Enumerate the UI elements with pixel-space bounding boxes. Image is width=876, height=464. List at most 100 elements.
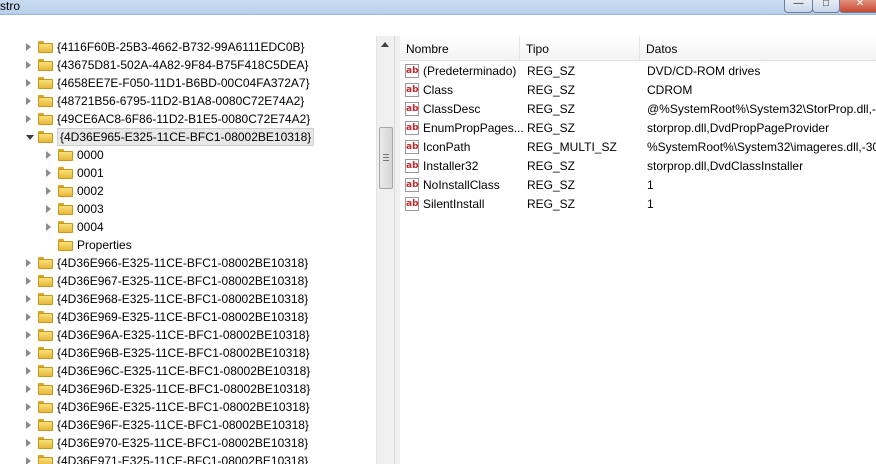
value-data: storprop.dll,DvdClassInstaller — [647, 159, 804, 173]
expand-arrow-icon[interactable] — [26, 259, 31, 267]
tree-item[interactable]: {4D36E965-E325-11CE-BFC1-08002BE10318} — [0, 128, 376, 146]
tree-item[interactable]: 0001 — [0, 164, 376, 182]
value-type: REG_SZ — [527, 178, 576, 192]
column-header-data[interactable]: Datos — [640, 36, 876, 60]
expand-arrow-icon[interactable] — [26, 61, 31, 69]
tree-item[interactable]: Properties — [0, 236, 376, 254]
folder-icon — [38, 365, 53, 377]
expand-arrow-icon[interactable] — [46, 169, 51, 177]
list-item[interactable]: ab Class REG_SZ CDROM — [400, 81, 876, 100]
grip-icon — [383, 157, 389, 158]
value-type: REG_SZ — [527, 159, 576, 173]
window-title: stro — [0, 0, 21, 13]
list-item[interactable]: ab IconPath REG_MULTI_SZ %SystemRoot%\Syste… — [400, 138, 876, 157]
tree-item[interactable]: {4D36E966-E325-11CE-BFC1-08002BE10318} — [0, 254, 376, 272]
tree-item[interactable]: {4D36E967-E325-11CE-BFC1-08002BE10318} — [0, 272, 376, 290]
close-button[interactable]: ✕ — [839, 0, 876, 13]
expand-arrow-icon[interactable] — [26, 439, 31, 447]
expand-arrow-icon[interactable] — [26, 403, 31, 411]
tree-item[interactable]: {4D36E96C-E325-11CE-BFC1-08002BE10318} — [0, 362, 376, 380]
expand-arrow-icon[interactable] — [26, 367, 31, 375]
tree-item[interactable]: {4658EE7E-F050-11D1-B6BD-00C04FA372A7} — [0, 74, 376, 92]
tree-item[interactable]: {43675D81-502A-4A82-9F84-B75F418C5DEA} — [0, 56, 376, 74]
tree-item-label: {4D36E965-E325-11CE-BFC1-08002BE10318} — [57, 128, 315, 146]
tree-item-label: {4D36E96D-E325-11CE-BFC1-08002BE10318} — [57, 382, 311, 396]
tree-item[interactable]: 0004 — [0, 218, 376, 236]
list-item[interactable]: ab NoInstallClass REG_SZ 1 — [400, 176, 876, 195]
list-item[interactable]: ab EnumPropPages... REG_SZ storprop.dll,Dvd… — [400, 119, 876, 138]
string-value-icon: ab — [405, 102, 419, 116]
registry-values-list[interactable]: Nombre Tipo Datos ab (Predeterminado) REG_… — [400, 36, 876, 464]
value-name: NoInstallClass — [423, 178, 500, 192]
folder-icon — [58, 185, 73, 197]
tree-item[interactable]: {4D36E96F-E325-11CE-BFC1-08002BE10318} — [0, 416, 376, 434]
value-data: 1 — [647, 178, 654, 192]
expand-arrow-icon[interactable] — [26, 457, 31, 464]
folder-icon — [38, 347, 53, 359]
list-item[interactable]: ab SilentInstall REG_SZ 1 — [400, 195, 876, 214]
tree-item[interactable]: {4D36E970-E325-11CE-BFC1-08002BE10318} — [0, 434, 376, 452]
folder-icon — [38, 401, 53, 413]
string-value-icon: ab — [405, 83, 419, 97]
tree-item[interactable]: {4D36E96A-E325-11CE-BFC1-08002BE10318} — [0, 326, 376, 344]
expand-arrow-icon[interactable] — [26, 79, 31, 87]
tree-item-label: {4D36E966-E325-11CE-BFC1-08002BE10318} — [57, 256, 309, 270]
minimize-button[interactable]: — — [784, 0, 813, 13]
list-item[interactable]: ab Installer32 REG_SZ storprop.dll,DvdClass… — [400, 157, 876, 176]
expand-arrow-icon[interactable] — [26, 421, 31, 429]
expand-arrow-icon[interactable] — [26, 385, 31, 393]
expand-arrow-icon[interactable] — [26, 277, 31, 285]
tree-item-label: {4D36E96B-E325-11CE-BFC1-08002BE10318} — [57, 346, 310, 360]
expand-arrow-icon[interactable] — [26, 97, 31, 105]
tree-item[interactable]: {4D36E969-E325-11CE-BFC1-08002BE10318} — [0, 308, 376, 326]
expand-arrow-icon[interactable] — [46, 223, 51, 231]
expand-arrow-icon[interactable] — [26, 295, 31, 303]
expand-arrow-icon[interactable] — [46, 187, 51, 195]
expand-arrow-icon[interactable] — [46, 205, 51, 213]
value-type: REG_SZ — [527, 64, 576, 78]
tree-item[interactable]: {4D36E968-E325-11CE-BFC1-08002BE10318} — [0, 290, 376, 308]
tree-item-label: {4D36E96F-E325-11CE-BFC1-08002BE10318} — [57, 418, 309, 432]
maximize-button[interactable]: □ — [812, 0, 840, 13]
folder-icon — [38, 455, 53, 464]
folder-icon — [38, 77, 53, 89]
tree-item[interactable]: 0000 — [0, 146, 376, 164]
value-type: REG_SZ — [527, 102, 576, 116]
expand-arrow-icon[interactable] — [26, 331, 31, 339]
folder-icon — [38, 59, 53, 71]
tree-item[interactable]: {48721B56-6795-11D2-B1A8-0080C72E74A2} — [0, 92, 376, 110]
tree-item[interactable]: {4D36E96E-E325-11CE-BFC1-08002BE10318} — [0, 398, 376, 416]
scroll-up-arrow-icon[interactable] — [381, 42, 389, 47]
tree-item-label: {4658EE7E-F050-11D1-B6BD-00C04FA372A7} — [57, 76, 310, 90]
value-data: %SystemRoot%\System32\imageres.dll,-30 — [647, 140, 876, 154]
folder-icon — [38, 113, 53, 125]
folder-icon — [38, 41, 53, 53]
folder-icon — [58, 239, 73, 251]
expand-arrow-icon[interactable] — [26, 313, 31, 321]
expand-arrow-icon[interactable] — [46, 151, 51, 159]
tree-item[interactable]: {4D36E96B-E325-11CE-BFC1-08002BE10318} — [0, 344, 376, 362]
tree-vertical-scrollbar[interactable] — [376, 36, 394, 464]
value-type: REG_SZ — [527, 83, 576, 97]
scroll-thumb[interactable] — [379, 127, 393, 189]
tree-item[interactable]: {4D36E96D-E325-11CE-BFC1-08002BE10318} — [0, 380, 376, 398]
tree-item[interactable]: {49CE6AC8-6F86-11D2-B1E5-0080C72E74A2} — [0, 110, 376, 128]
value-name: Class — [423, 83, 454, 97]
tree-item-label: {49CE6AC8-6F86-11D2-B1E5-0080C72E74A2} — [57, 112, 311, 126]
tree-item[interactable]: 0003 — [0, 200, 376, 218]
expand-arrow-icon[interactable] — [26, 349, 31, 357]
tree-item[interactable]: {4D36E971-E325-11CE-BFC1-08002BE10318} — [0, 452, 376, 464]
expand-arrow-icon[interactable] — [26, 115, 31, 123]
list-item[interactable]: ab (Predeterminado) REG_SZ DVD/CD-ROM drive… — [400, 62, 876, 81]
expand-arrow-icon[interactable] — [26, 43, 31, 51]
column-header-name[interactable]: Nombre — [400, 36, 520, 60]
list-item[interactable]: ab ClassDesc REG_SZ @%SystemRoot%\System32\… — [400, 100, 876, 119]
registry-key-tree[interactable]: {4116F60B-25B3-4662-B732-99A6111EDC0B} {4… — [0, 36, 376, 464]
maximize-icon: □ — [822, 0, 830, 9]
tree-item[interactable]: 0002 — [0, 182, 376, 200]
title-bar: stro — □ ✕ — [0, 0, 876, 15]
column-header-type[interactable]: Tipo — [520, 36, 640, 60]
collapse-arrow-icon[interactable] — [26, 135, 34, 140]
tree-item-label: {4D36E968-E325-11CE-BFC1-08002BE10318} — [57, 292, 309, 306]
tree-item[interactable]: {4116F60B-25B3-4662-B732-99A6111EDC0B} — [0, 38, 376, 56]
